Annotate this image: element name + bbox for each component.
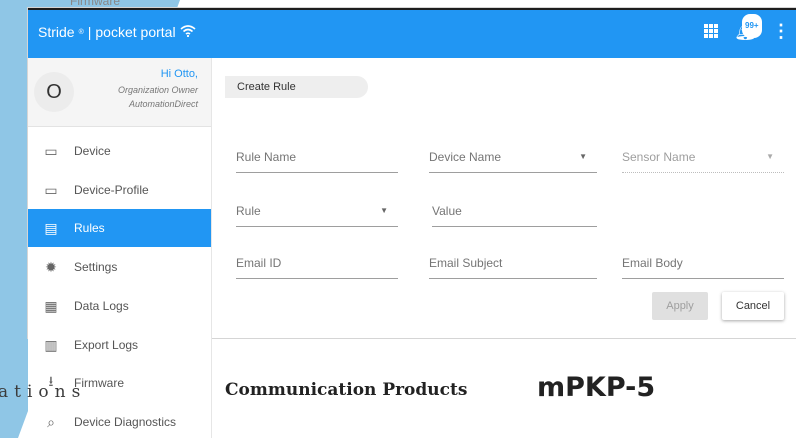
sidebar-item-label: Settings (74, 260, 118, 274)
apps-grid-icon[interactable] (704, 24, 718, 38)
sidebar-item-device-profile[interactable]: ▭ Device-Profile (28, 171, 211, 209)
partial-label: Firmware (70, 0, 120, 8)
dropdown-arrow-icon: ▼ (766, 152, 774, 161)
field-placeholder: Email ID (236, 256, 282, 270)
data-logs-icon: ▦ (44, 297, 58, 314)
brand-logo[interactable]: Stride ® | pocket portal (38, 24, 196, 40)
brand-name: Stride (38, 24, 75, 40)
user-organization: AutomationDirect (128, 99, 198, 109)
device-icon: ▭ (44, 142, 58, 159)
page: Firmware Stride® | pocket portal 🔔︎ 99+ … (0, 0, 796, 438)
rule-name-input[interactable]: Rule Name (236, 142, 398, 173)
email-body-input[interactable]: Email Body (622, 248, 784, 279)
field-placeholder: Rule (236, 204, 261, 218)
sidebar: O Hi Otto, Organization Owner Automation… (28, 58, 212, 438)
sidebar-item-label: Export Logs (74, 338, 139, 352)
side-heading-fragment: ations (0, 382, 87, 402)
cancel-button[interactable]: Cancel (722, 292, 784, 320)
notifications-button[interactable]: 🔔︎ 99+ (734, 14, 762, 42)
dropdown-arrow-icon: ▼ (380, 206, 388, 215)
top-bar: Stride® | pocket portal 🔔︎ 99+ ⋮ (28, 8, 796, 58)
more-menu-icon[interactable]: ⋮ (772, 22, 790, 40)
sidebar-item-device[interactable]: ▭ Device (28, 132, 211, 170)
rules-icon: ▤ (44, 219, 58, 236)
gear-icon: ✹ (45, 258, 57, 275)
brand-separator: | (87, 24, 92, 40)
value-input[interactable]: Value (432, 196, 597, 227)
sidebar-item-settings[interactable]: ✹ Settings (28, 248, 211, 286)
product-name: pocket portal (95, 24, 176, 40)
field-placeholder: Value (432, 204, 462, 218)
field-placeholder: Device Name (429, 150, 502, 164)
create-rule-button[interactable]: Create Rule (225, 76, 368, 98)
wifi-icon (180, 24, 196, 40)
device-profile-icon: ▭ (44, 181, 58, 198)
user-role: Organization Owner (117, 85, 198, 95)
document-caption: Communication Products (225, 380, 468, 400)
sidebar-item-label: Device (74, 144, 111, 158)
export-logs-icon: ▥ (44, 336, 58, 353)
notification-badge: 99+ (742, 14, 762, 38)
sensor-name-select[interactable]: Sensor Name ▼ (622, 142, 784, 173)
sidebar-item-device-diagnostics[interactable]: ⌕ Device Diagnostics (28, 403, 211, 438)
user-greeting: Hi Otto, (160, 68, 198, 80)
device-name-select[interactable]: Device Name ▼ (429, 142, 597, 173)
field-placeholder: Sensor Name (622, 150, 696, 164)
diagnostics-icon: ⌕ (47, 413, 55, 430)
apply-button[interactable]: Apply (652, 292, 708, 320)
field-placeholder: Rule Name (236, 150, 297, 164)
sidebar-item-label: Data Logs (74, 299, 129, 313)
dropdown-arrow-icon: ▼ (579, 152, 587, 161)
email-subject-input[interactable]: Email Subject (429, 248, 597, 279)
sidebar-item-label: Rules (74, 221, 105, 235)
sidebar-item-export-logs[interactable]: ▥ Export Logs (28, 326, 211, 364)
avatar[interactable]: O (34, 72, 74, 112)
field-placeholder: Email Body (622, 256, 683, 270)
field-placeholder: Email Subject (429, 256, 503, 270)
rule-select[interactable]: Rule ▼ (236, 196, 398, 227)
user-card: O Hi Otto, Organization Owner Automation… (28, 58, 211, 127)
email-id-input[interactable]: Email ID (236, 248, 398, 279)
sidebar-item-rules[interactable]: ▤ Rules (28, 209, 211, 247)
sidebar-item-label: Device Diagnostics (74, 415, 177, 429)
document-model-number: mPKP-5 (537, 372, 656, 403)
sidebar-item-data-logs[interactable]: ▦ Data Logs (28, 287, 211, 325)
sidebar-item-label: Device-Profile (74, 183, 149, 197)
